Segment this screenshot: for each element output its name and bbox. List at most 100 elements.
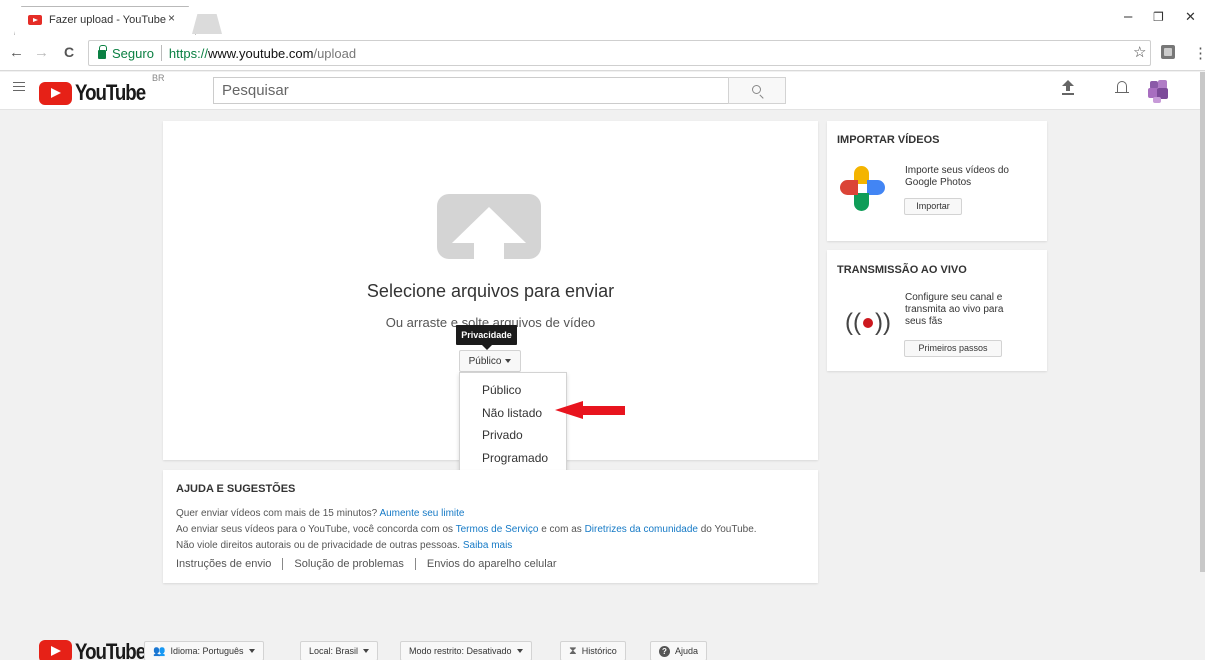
new-tab-button[interactable] [192,14,222,34]
youtube-play-icon [39,640,72,660]
footer: YouTube 👥 Idioma: Português Local: Brasi… [0,612,1205,660]
import-desc-line: Google Photos [905,177,972,188]
increase-limit-link[interactable]: Aumente seu limite [379,508,464,519]
chrome-menu-icon[interactable]: ⋮ [1193,44,1205,62]
live-title: TRANSMISSÃO AO VIVO [837,264,967,276]
youtube-header: YouTube BR Pesquisar [0,72,1205,110]
learn-more-link[interactable]: Saiba mais [463,540,512,551]
minimize-icon[interactable]: – [1124,8,1132,25]
import-description: Importe seus vídeos do Google Photos [905,165,1009,189]
help-line-copyright: Não viole direitos autorais ou de privac… [176,538,805,554]
live-description: Configure seu canal e transmita ao vivo … [905,292,1003,328]
import-button[interactable]: Importar [904,198,962,215]
youtube-logo[interactable]: YouTube [39,80,157,106]
chevron-down-icon [248,649,255,653]
live-desc-line: seus fãs [905,316,943,327]
search-icon [752,85,761,94]
maximize-icon[interactable]: ❐ [1153,10,1164,24]
privacy-option-public[interactable]: Público [460,379,566,402]
upload-instructions-link[interactable]: Instruções de envio [176,558,271,570]
privacy-option-unlisted[interactable]: Não listado [460,402,566,425]
terms-of-service-link[interactable]: Termos de Serviço [456,524,539,535]
help-label: Ajuda [675,646,699,656]
annotation-arrow-icon [555,401,625,419]
help-panel: AJUDA E SUGESTÕES Quer enviar vídeos com… [163,470,818,583]
history-label: Histórico [581,646,617,656]
restricted-mode-label: Modo restrito: Desativado [409,646,512,656]
upload-icon[interactable] [1062,80,1074,96]
help-text: Não viole direitos autorais ou de privac… [176,540,463,551]
youtube-favicon-icon [28,15,42,25]
import-desc-line: Importe seus vídeos do [905,165,1009,176]
footer-youtube-logo[interactable]: YouTube [39,640,157,660]
help-text: Ao enviar seus vídeos para o YouTube, vo… [176,524,456,535]
secure-label: Seguro [112,45,154,61]
privacy-dropdown-button[interactable]: Público [459,350,521,372]
bookmark-star-icon[interactable]: ☆ [1133,43,1146,61]
upload-arrow-icon[interactable] [437,194,541,259]
restricted-mode-button[interactable]: Modo restrito: Desativado [400,641,532,660]
browser-tab-content[interactable]: Fazer upload - YouTube [28,10,166,30]
help-line-terms: Ao enviar seus vídeos para o YouTube, vo… [176,522,805,538]
help-icon: ? [659,645,670,657]
help-button[interactable]: ? Ajuda [650,641,708,660]
forward-icon[interactable]: → [34,44,49,61]
google-photos-icon [840,166,885,221]
privacy-tooltip: Privacidade [456,325,517,350]
import-videos-panel: IMPORTAR VÍDEOS Importe seus vídeos do G… [827,121,1047,241]
history-button[interactable]: ⧗ Histórico [560,641,626,660]
tab-close-icon[interactable]: × [168,11,175,25]
scrollbar[interactable] [1200,72,1205,572]
help-title: AJUDA E SUGESTÕES [176,483,296,495]
language-button[interactable]: 👥 Idioma: Português [144,641,264,660]
privacy-option-scheduled[interactable]: Programado [460,447,566,470]
help-text: e com as [538,524,585,535]
language-icon: 👥 [153,645,166,657]
search-input[interactable]: Pesquisar [213,77,729,104]
address-bar[interactable]: Seguro https:// www.youtube.com /upload [88,40,1151,66]
link-divider [414,558,416,570]
mobile-uploads-link[interactable]: Envios do aparelho celular [427,558,557,570]
url-path: /upload [313,45,357,61]
language-label: Idioma: Português [170,646,244,656]
select-files-title[interactable]: Selecione arquivos para enviar [163,281,818,302]
help-links: Instruções de envio Solução de problemas… [176,558,805,570]
url-host: www.youtube.com [207,45,314,61]
address-divider [160,45,162,61]
privacy-selected-label: Público [468,355,502,367]
get-started-button[interactable]: Primeiros passos [904,340,1002,357]
footer-logo-text: YouTube [75,639,146,660]
link-divider [282,558,284,570]
avatar[interactable] [1146,78,1172,104]
region-badge: BR [152,73,165,83]
chevron-down-icon [516,649,523,653]
notifications-bell-icon[interactable] [1115,80,1129,94]
help-line-limit: Quer enviar vídeos com mais de 15 minuto… [176,506,805,522]
live-streaming-panel: TRANSMISSÃO AO VIVO (()) Configure seu c… [827,250,1047,371]
community-guidelines-link[interactable]: Diretrizes da comunidade [585,524,698,535]
location-label: Local: Brasil [309,646,359,656]
youtube-play-icon [39,81,72,105]
browser-toolbar: ← → C Seguro https:// www.youtube.com /u… [0,35,1205,71]
lock-icon [98,44,107,59]
hourglass-icon: ⧗ [569,644,577,657]
tab-title: Fazer upload - YouTube [49,14,167,26]
browser-tabstrip: Fazer upload - YouTube × – ❐ ✕ [0,0,1205,35]
troubleshooting-link[interactable]: Solução de problemas [294,558,403,570]
live-desc-line: transmita ao vivo para [905,304,1004,315]
live-broadcast-icon: (()) [845,309,891,336]
back-icon[interactable]: ← [9,44,24,61]
chevron-down-icon [363,649,370,653]
privacy-option-private[interactable]: Privado [460,424,566,447]
live-desc-line: Configure seu canal e [905,292,1003,303]
extension-icon[interactable] [1161,45,1175,59]
url-scheme: https:// [168,45,208,61]
help-text: do YouTube. [697,524,757,535]
search-button[interactable] [728,77,786,104]
privacy-menu: Público Não listado Privado Programado [459,372,567,476]
logo-text: YouTube [75,80,146,105]
reload-icon[interactable]: C [64,44,74,60]
location-button[interactable]: Local: Brasil [300,641,379,660]
hamburger-menu-icon[interactable] [13,82,25,91]
close-window-icon[interactable]: ✕ [1185,9,1196,25]
